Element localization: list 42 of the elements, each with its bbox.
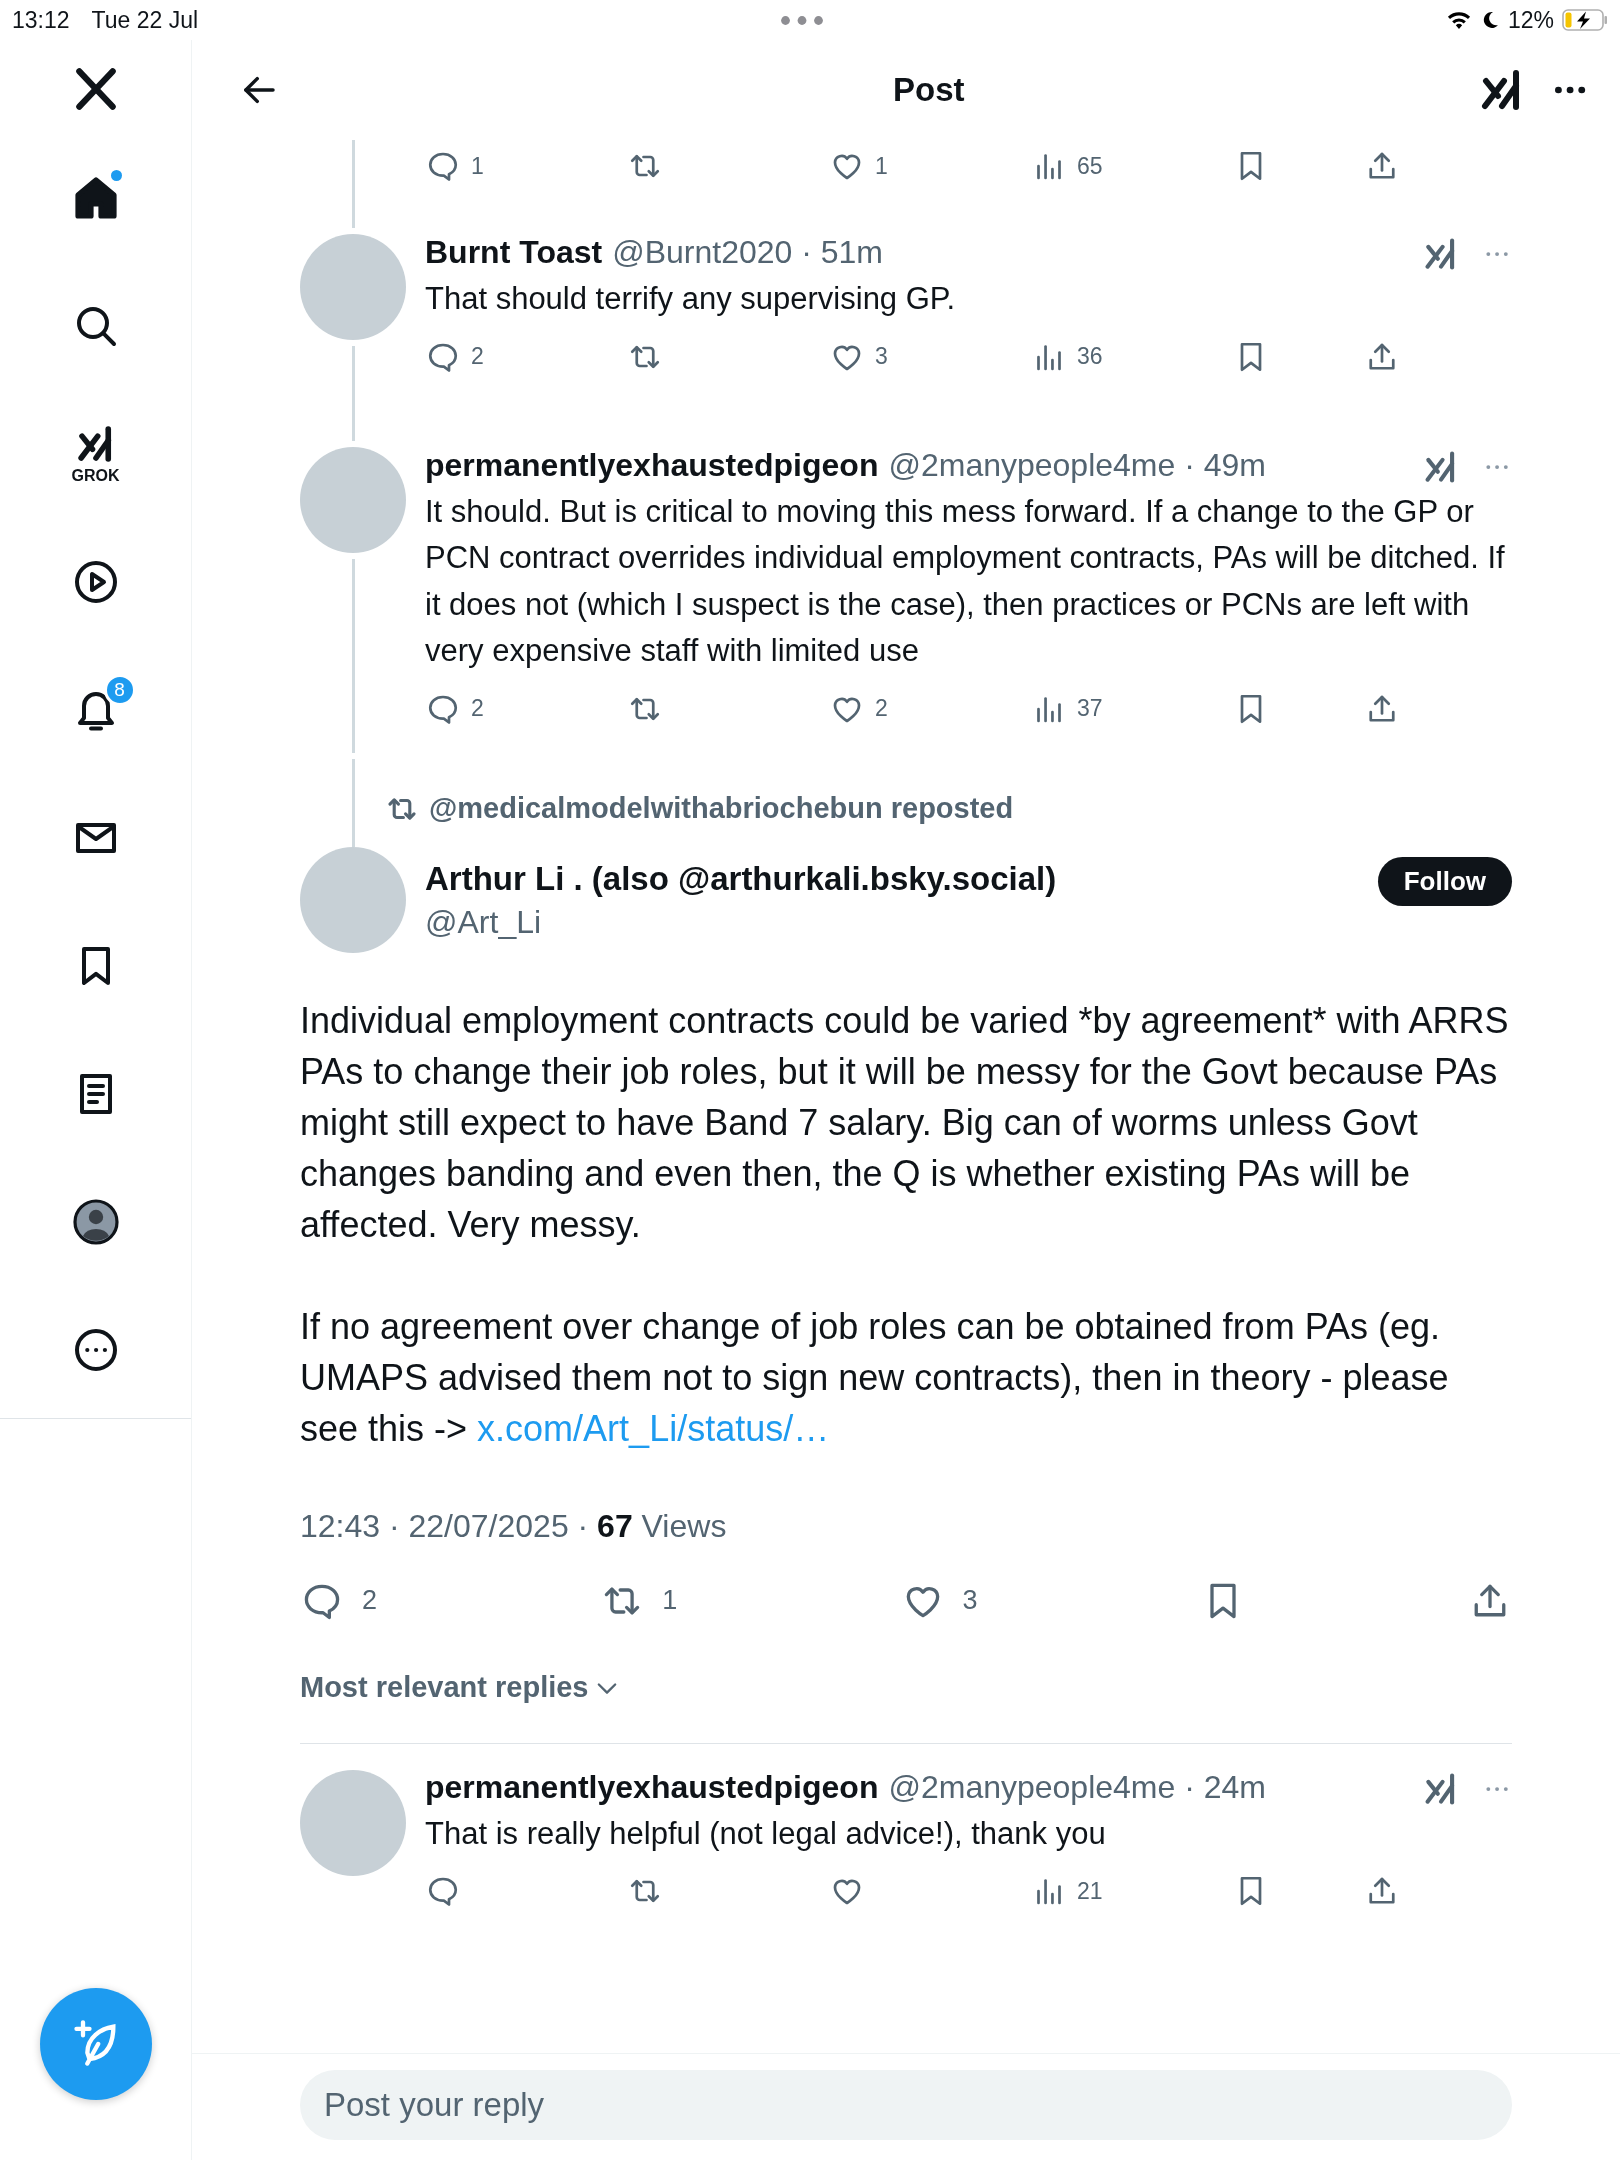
reply-button[interactable]: 1 [425, 148, 484, 184]
views-button[interactable]: 37 [1031, 690, 1103, 727]
views-button[interactable]: 36 [1031, 338, 1103, 375]
follow-button[interactable]: Follow [1377, 856, 1512, 906]
battery-charging-icon [1562, 9, 1608, 31]
reply-button[interactable]: 2 [300, 1578, 378, 1623]
reply-text: That is really helpful (not legal advice!), thank you [425, 1814, 1107, 1853]
slash-logo-nav-button[interactable]: GROK [35, 390, 156, 518]
like-button[interactable]: 2 [829, 690, 888, 727]
three-dots-icon[interactable] [780, 14, 825, 26]
repost-banner[interactable]: @medicalmodelwithabriochebun reposted [429, 792, 1014, 825]
reply-button[interactable]: 2 [425, 338, 484, 375]
status-time: 13:12 [12, 6, 70, 34]
author-handle-time: @2manypeople4me · 24m [888, 1768, 1266, 1806]
post-timestamp-views: 12:43 · 22/07/2025 · 67 Views [300, 1506, 728, 1546]
repost-button[interactable]: 1 [600, 1578, 678, 1623]
reply-text: That should terrify any supervising GP. [425, 280, 957, 318]
page-title: Post [893, 71, 965, 109]
sort-replies-dropdown[interactable]: Most relevant replies [300, 1667, 621, 1708]
battery-percent: 12% [1507, 6, 1554, 34]
like-button[interactable]: 3 [900, 1578, 978, 1623]
views-button[interactable]: 21 [1031, 1873, 1103, 1909]
reply-button[interactable]: 2 [425, 690, 484, 727]
like-button[interactable]: 3 [829, 338, 888, 375]
author-name[interactable]: permanentlyexhaustedpigeon [425, 446, 879, 484]
post-paragraph: Individual employment contracts could be varied *by agreement* with ARRS PAs to change their job roles, but it will be messy for the Govt because PAs might still expect to have Band 7 salary. Big can of worms unless Govt changes banding and even then, the Q is whether existing PAs will be affected. Very messy. [300, 998, 1510, 1247]
author-name[interactable]: permanentlyexhaustedpigeon [425, 1768, 879, 1806]
author-handle-time: @2manypeople4me · 49m [888, 446, 1266, 484]
unread-dot [110, 170, 122, 181]
author-name[interactable]: Burnt Toast [425, 234, 603, 271]
author-handle[interactable]: @Art_Li [425, 900, 1057, 943]
notification-count-badge: 8 [103, 674, 136, 706]
post-paragraph: If no agreement over change of job roles can be obtained from PAs (eg. UMAPS advised them not to sign new contracts), then in theory - please see this -> x.com/Art_Li/status/… [300, 1304, 1450, 1451]
author-name[interactable]: Arthur Li . (also @arthurkali.bsky.social) [425, 856, 1057, 901]
like-button[interactable]: 1 [829, 148, 888, 184]
status-date: Tue 22 Jul [91, 6, 199, 34]
author-handle-time: @Burnt2020 · 51m [612, 234, 883, 271]
views-button[interactable]: 65 [1031, 148, 1103, 184]
reply-text: It should. But is critical to moving this mess forward. If a change to the GP or PCN contract overrides individual employment contracts, PAs will be ditched. If it does not (which I suspect is the case), then practices or PCNs are left with very expensive staff with limited use [425, 492, 1506, 670]
compose-button[interactable] [39, 1988, 152, 2100]
wifi-icon [1445, 10, 1472, 30]
reply-input-field[interactable]: Post your reply [300, 2070, 1512, 2140]
